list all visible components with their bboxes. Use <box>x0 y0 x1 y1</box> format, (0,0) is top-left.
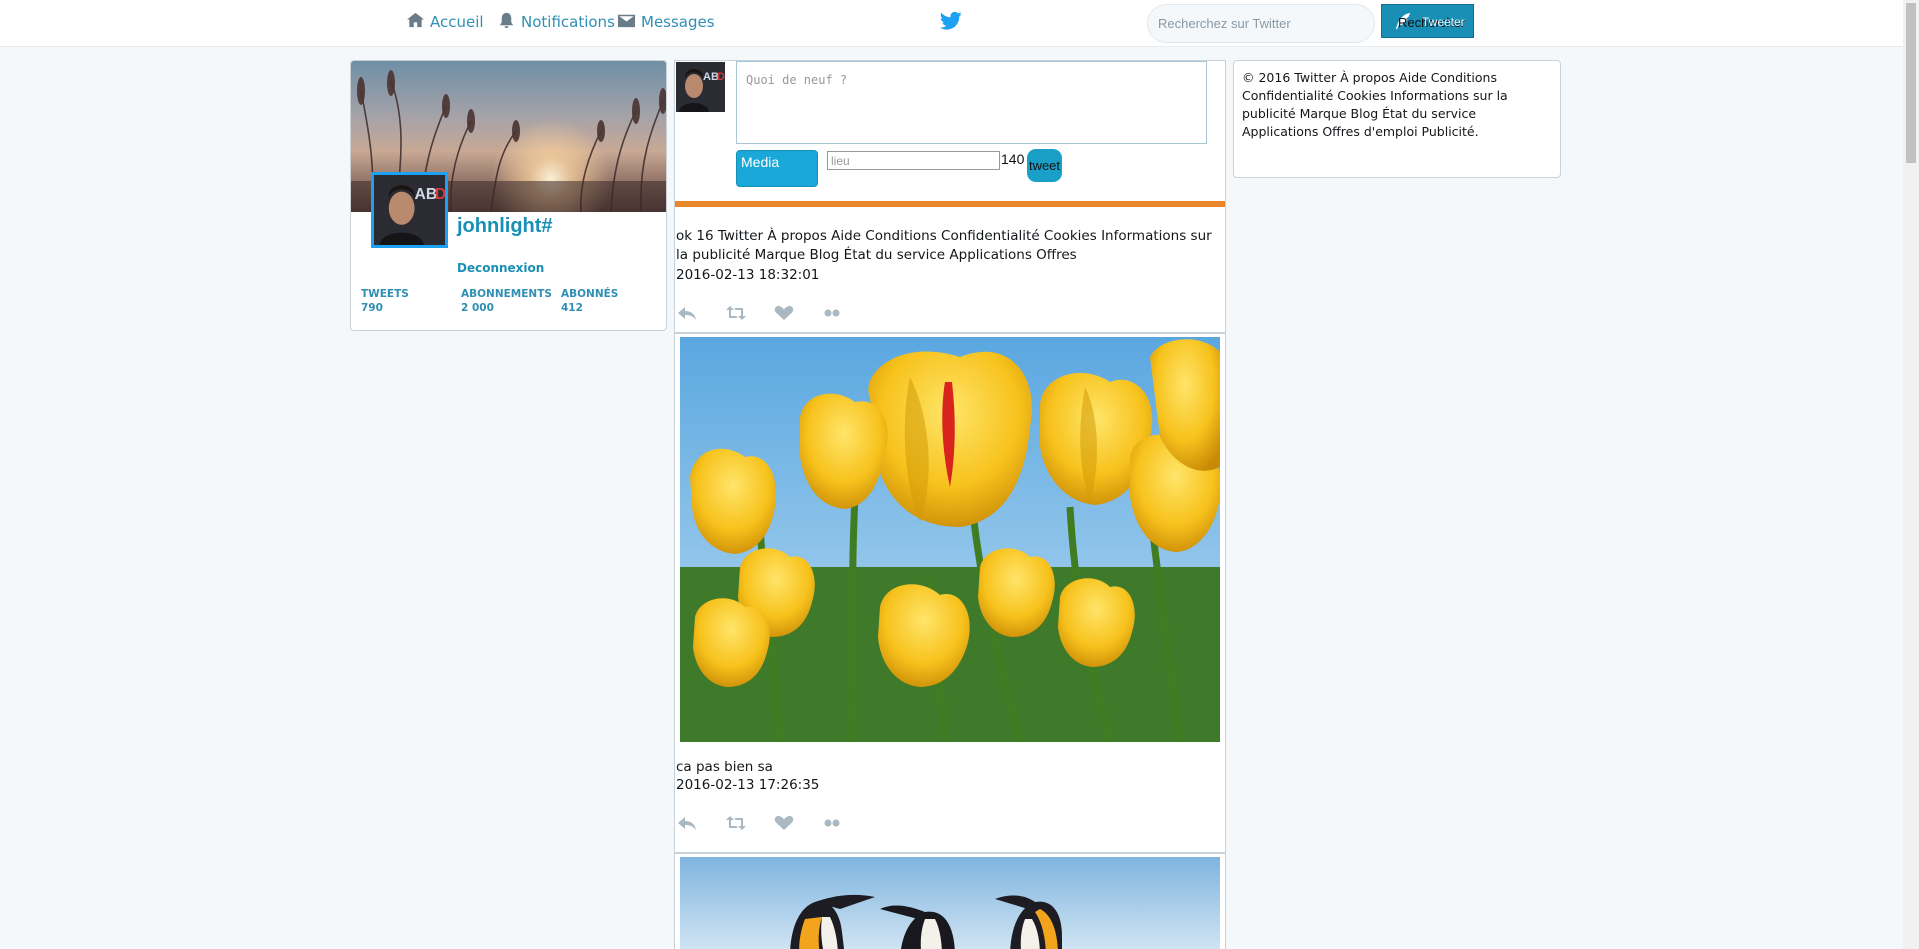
scrollbar-thumb[interactable] <box>1906 3 1916 163</box>
retweet-icon[interactable] <box>725 815 747 831</box>
reply-icon[interactable] <box>677 815 699 831</box>
tweet-image-tulips[interactable] <box>680 337 1220 742</box>
nav-home-label: Accueil <box>430 13 484 31</box>
envelope-icon <box>617 11 636 34</box>
nav-home[interactable]: Accueil <box>406 11 484 33</box>
stat-followers-label: ABONNÉS <box>561 288 619 300</box>
reply-icon[interactable] <box>677 305 699 321</box>
stat-tweets[interactable]: TWEETS 790 <box>361 288 409 314</box>
more-icon[interactable] <box>821 305 843 321</box>
search-button[interactable]: Rechercher Tweeter <box>1381 4 1474 38</box>
heart-icon[interactable] <box>773 305 795 321</box>
location-input[interactable] <box>827 151 1000 170</box>
profile-card: AB D johnlight# Deconnexion TWEETS 790 A… <box>350 60 667 331</box>
stat-tweets-value: 790 <box>361 302 383 314</box>
nav-notifications-label: Notifications <box>521 13 615 31</box>
search-input[interactable] <box>1147 4 1375 43</box>
stat-following-label: ABONNEMENTS <box>461 288 552 300</box>
tweet-compose-label: Tweeter <box>1422 15 1465 29</box>
timeline: AB D Media 140 tweet ok 16 Twitter À pro… <box>674 60 1226 949</box>
bell-icon <box>497 11 516 34</box>
nav-messages[interactable]: Messages <box>617 11 715 33</box>
stat-followers[interactable]: ABONNÉS 412 <box>561 288 618 314</box>
tweet-date: 2016-02-13 18:32:01 <box>676 267 820 283</box>
tweet-actions <box>677 305 843 321</box>
profile-avatar[interactable]: AB D <box>371 172 448 248</box>
more-icon[interactable] <box>821 815 843 831</box>
char-counter: 140 <box>1001 151 1025 167</box>
stat-tweets-label: TWEETS <box>361 288 409 300</box>
media-button[interactable]: Media <box>736 150 818 187</box>
tweet-composer: AB D Media 140 tweet <box>675 61 1225 207</box>
stat-followers-value: 412 <box>561 302 583 314</box>
tweet-date: 2016-02-13 17:26:35 <box>676 777 820 793</box>
compose-textarea[interactable] <box>736 61 1207 144</box>
stat-following[interactable]: ABONNEMENTS 2 000 <box>461 288 552 314</box>
svg-text:D: D <box>435 186 445 203</box>
composer-avatar: AB D <box>676 62 725 112</box>
stat-following-value: 2 000 <box>461 302 494 314</box>
home-icon <box>406 11 425 34</box>
tweet-text: ok 16 Twitter À propos Aide Conditions C… <box>676 228 1212 263</box>
page-scrollbar[interactable] <box>1903 0 1919 949</box>
top-navigation-bar: Accueil Notifications Messages Recherche… <box>0 0 1903 47</box>
svg-text:AB: AB <box>415 186 438 203</box>
tweet-item: ok 16 Twitter À propos Aide Conditions C… <box>675 207 1225 334</box>
nav-messages-label: Messages <box>641 13 715 31</box>
tweet-image-penguins[interactable] <box>680 857 1220 949</box>
tweet-button[interactable]: tweet <box>1027 149 1062 182</box>
profile-username[interactable]: johnlight# <box>457 215 553 238</box>
nav-notifications[interactable]: Notifications <box>497 11 615 33</box>
tweet-item <box>675 856 1225 949</box>
heart-icon[interactable] <box>773 815 795 831</box>
retweet-icon[interactable] <box>725 305 747 321</box>
tweet-text: ca pas bien sa <box>676 759 773 775</box>
svg-text:D: D <box>717 71 725 83</box>
twitter-bird-icon[interactable] <box>939 11 962 31</box>
tweet-item: ca pas bien sa 2016-02-13 17:26:35 <box>675 336 1225 854</box>
tweet-actions <box>677 815 843 831</box>
footer-text: © 2016 Twitter À propos Aide Conditions … <box>1242 70 1508 139</box>
logout-link[interactable]: Deconnexion <box>457 261 544 275</box>
footer-links-card: © 2016 Twitter À propos Aide Conditions … <box>1233 60 1561 178</box>
